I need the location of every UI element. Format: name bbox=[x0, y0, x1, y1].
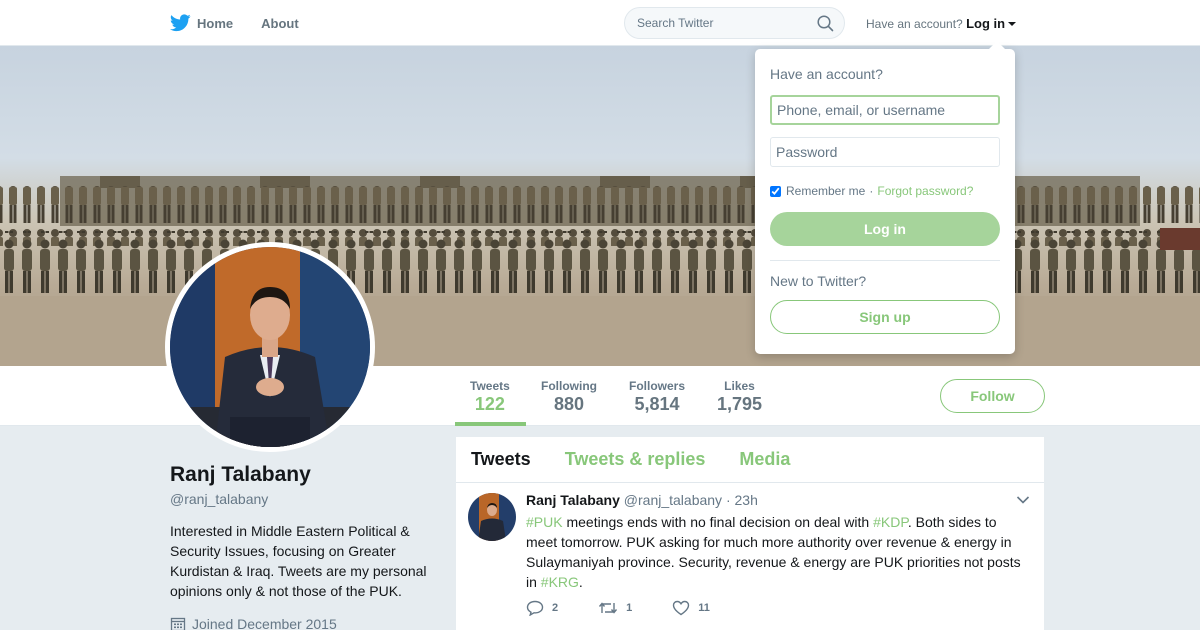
tweet-header: Ranj Talabany @ranj_talabany · 23h bbox=[526, 492, 758, 508]
nav-about[interactable]: About bbox=[261, 16, 299, 31]
tweet-text-segment: meetings ends with no final decision on … bbox=[562, 514, 874, 530]
like-icon bbox=[673, 600, 690, 616]
stat-following-label: Following bbox=[541, 379, 597, 393]
tweet-timestamp[interactable]: 23h bbox=[735, 492, 758, 508]
profile-handle[interactable]: @ranj_talabany bbox=[170, 491, 268, 507]
have-account-text: Have an account? bbox=[866, 17, 963, 31]
tweet-author-handle[interactable]: @ranj_talabany bbox=[624, 492, 722, 508]
tab-tweets-and-replies[interactable]: Tweets & replies bbox=[565, 449, 706, 470]
username-field[interactable] bbox=[770, 95, 1000, 125]
remember-me-label[interactable]: Remember me bbox=[786, 184, 865, 198]
profile-name[interactable]: Ranj Talabany bbox=[170, 463, 311, 487]
caret-down-icon bbox=[1008, 22, 1017, 26]
active-stat-indicator bbox=[455, 422, 526, 426]
stat-tweets-label: Tweets bbox=[470, 379, 510, 393]
tweet-actions: 2 1 11 bbox=[526, 600, 750, 616]
nav-about-label: About bbox=[261, 15, 299, 31]
profile-joined-text: Joined December 2015 bbox=[192, 616, 337, 630]
retweet-button[interactable]: 1 bbox=[598, 600, 632, 616]
tweet-item[interactable]: Ranj Talabany @ranj_talabany · 23h #PUK … bbox=[456, 484, 1044, 630]
stat-likes-value: 1,795 bbox=[717, 394, 763, 414]
profile-avatar[interactable] bbox=[165, 242, 375, 452]
login-dropdown-toggle[interactable]: Log in bbox=[966, 16, 1017, 31]
login-dropdown-title: Have an account? bbox=[770, 66, 883, 82]
tweet-author-name[interactable]: Ranj Talabany bbox=[526, 492, 620, 508]
dropdown-divider bbox=[770, 260, 1000, 261]
reply-button[interactable]: 2 bbox=[526, 600, 558, 616]
retweet-icon bbox=[599, 602, 618, 614]
stat-following[interactable]: Following 880 bbox=[541, 379, 597, 415]
login-button[interactable]: Log in bbox=[770, 212, 1000, 246]
remember-me-row: Remember me · Forgot password? bbox=[770, 184, 973, 198]
tab-tweets[interactable]: Tweets bbox=[471, 449, 531, 470]
login-dropdown: Have an account? Remember me · Forgot pa… bbox=[755, 49, 1015, 354]
tweet-avatar[interactable] bbox=[468, 493, 516, 541]
timeline: Tweets Tweets & replies Media Ranj Talab… bbox=[456, 437, 1044, 630]
nav-home-label: Home bbox=[197, 15, 234, 31]
stat-followers-value: 5,814 bbox=[634, 394, 680, 414]
tweet-text-segment: . bbox=[578, 574, 583, 590]
hashtag-krg[interactable]: #KRG bbox=[541, 574, 579, 590]
profile-joined: Joined December 2015 bbox=[170, 616, 337, 630]
tweet-text: #PUK meetings ends with no final decisio… bbox=[526, 512, 1031, 592]
remember-separator: · bbox=[869, 184, 874, 198]
password-field[interactable] bbox=[770, 137, 1000, 167]
tweet-separator: · bbox=[725, 492, 731, 508]
stat-likes[interactable]: Likes 1,795 bbox=[717, 379, 762, 415]
stat-followers-label: Followers bbox=[629, 379, 686, 393]
search-box[interactable] bbox=[624, 7, 845, 39]
login-link-label: Log in bbox=[966, 16, 1006, 31]
signup-button[interactable]: Sign up bbox=[770, 300, 1000, 334]
dropdown-arrow bbox=[988, 41, 1006, 50]
hashtag-puk[interactable]: #PUK bbox=[526, 514, 563, 530]
forgot-password-link[interactable]: Forgot password? bbox=[877, 184, 973, 198]
twitter-bird-icon bbox=[170, 14, 191, 32]
nav-home[interactable]: Home bbox=[170, 14, 233, 32]
stat-tweets[interactable]: Tweets 122 bbox=[470, 379, 510, 415]
stat-tweets-value: 122 bbox=[474, 394, 505, 414]
like-button[interactable]: 11 bbox=[672, 600, 710, 616]
remember-me-checkbox[interactable] bbox=[770, 185, 781, 197]
retweet-count: 1 bbox=[626, 602, 633, 614]
have-account-area: Have an account? Log in bbox=[866, 16, 1017, 31]
timeline-tabs: Tweets Tweets & replies Media bbox=[456, 437, 1044, 483]
calendar-icon bbox=[170, 617, 186, 630]
nav-left: Home About bbox=[170, 0, 327, 46]
new-to-twitter-text: New to Twitter? bbox=[770, 273, 867, 289]
reply-count: 2 bbox=[552, 602, 559, 614]
stat-likes-label: Likes bbox=[724, 379, 755, 393]
reply-icon bbox=[526, 600, 544, 616]
stat-following-value: 880 bbox=[553, 394, 585, 414]
search-input[interactable] bbox=[637, 16, 807, 30]
avatar-photo bbox=[170, 247, 370, 447]
hashtag-kdp[interactable]: #KDP bbox=[873, 514, 908, 530]
like-count: 11 bbox=[698, 602, 710, 614]
follow-button[interactable]: Follow bbox=[940, 379, 1045, 413]
chevron-down-icon[interactable] bbox=[1016, 495, 1030, 505]
search-icon[interactable] bbox=[817, 15, 834, 32]
tab-media[interactable]: Media bbox=[739, 449, 790, 470]
profile-bio: Interested in Middle Eastern Political &… bbox=[170, 523, 427, 599]
stat-followers[interactable]: Followers 5,814 bbox=[629, 379, 685, 415]
top-navigation: Home About Have an account? Log in bbox=[0, 0, 1200, 46]
